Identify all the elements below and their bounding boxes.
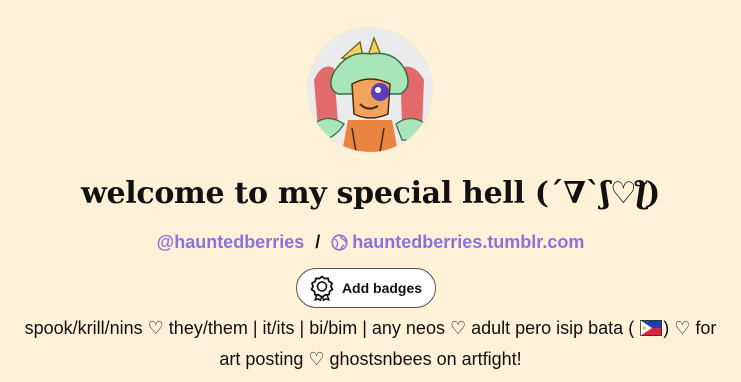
blog-description: spook/krill/nins ♡ they/them | it/its | … [20,314,721,374]
handle-link[interactable]: @hauntedberries [157,232,305,252]
avatar[interactable] [308,28,432,152]
globe-icon [331,232,348,258]
avatar-illustration [308,28,432,152]
blog-title: welcome to my special hell (´∇`ʃ♡ƪ) [80,176,661,211]
philippines-flag-icon [640,316,663,345]
add-badges-button[interactable]: Add badges [296,268,436,308]
blog-links: @hauntedberries / hauntedberries.tumblr.… [0,229,741,258]
links-separator: / [315,232,321,252]
blog-url-text: hauntedberries.tumblr.com [352,232,585,252]
add-badges-label: Add badges [341,280,423,296]
blog-url-link[interactable]: hauntedberries.tumblr.com [331,232,584,252]
bio-text-part1: spook/krill/nins ♡ they/them | it/its | … [24,318,635,338]
blog-header: welcome to my special hell (´∇`ʃ♡ƪ) @hau… [0,0,741,382]
badge-rosette-icon [310,275,334,301]
